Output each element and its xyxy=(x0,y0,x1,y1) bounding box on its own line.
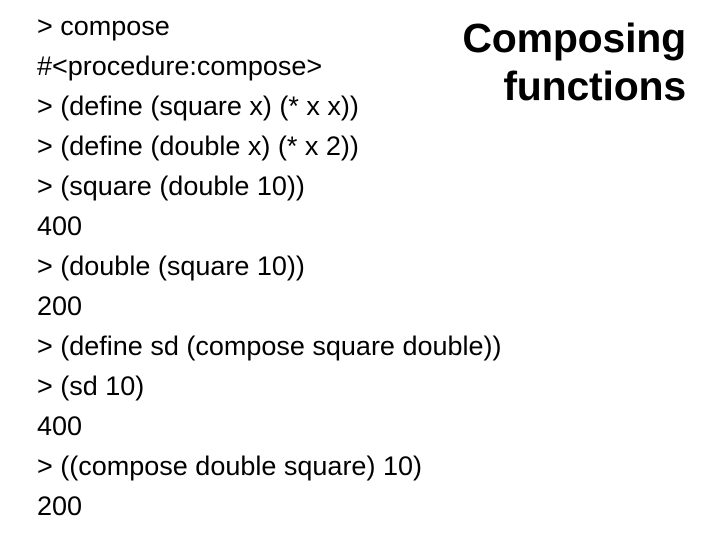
repl-transcript: > compose #<procedure:compose> > (define… xyxy=(37,6,507,526)
repl-line: 200 xyxy=(37,491,83,521)
repl-line: > ((compose double square) 10) xyxy=(37,451,422,481)
repl-line: #<procedure:compose> xyxy=(37,51,323,81)
repl-line: > (double (square 10)) xyxy=(37,251,305,281)
repl-line: > (define (double x) (* x 2)) xyxy=(37,131,359,161)
repl-line: > compose xyxy=(37,11,170,41)
repl-line: > (square (double 10)) xyxy=(37,171,305,201)
repl-line: > (define sd (compose square double)) xyxy=(37,331,502,361)
repl-line: > (define (square x) (* x x)) xyxy=(37,91,359,121)
repl-line: 400 xyxy=(37,411,83,441)
repl-line: 400 xyxy=(37,211,83,241)
repl-line: 200 xyxy=(37,291,83,321)
repl-line: > (sd 10) xyxy=(37,371,145,401)
slide-canvas: Composing functions > compose #<procedur… xyxy=(0,0,720,540)
